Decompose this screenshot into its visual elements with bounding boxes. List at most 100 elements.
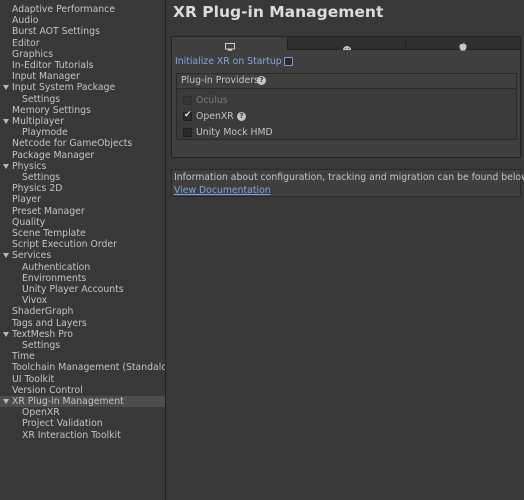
provider-row: Oculus	[180, 95, 510, 107]
sidebar-item[interactable]: Services	[0, 250, 165, 261]
sidebar-item-label: Burst AOT Settings	[12, 26, 100, 38]
sidebar-item-label: TextMesh Pro	[12, 328, 73, 340]
sidebar-item[interactable]: Authentication	[0, 262, 165, 273]
sidebar-item[interactable]: Playmode	[0, 127, 165, 138]
provider-row: ✔ OpenXR?	[180, 110, 510, 123]
sidebar-item-label: Services	[12, 250, 52, 262]
sidebar-item[interactable]: Scene Template	[0, 228, 165, 239]
sidebar-item[interactable]: UI Toolkit	[0, 374, 165, 385]
initialize-xr-checkbox[interactable]	[284, 57, 293, 66]
sidebar-item[interactable]: Environments	[0, 273, 165, 284]
sidebar-item[interactable]: Toolchain Management (Standalone Li	[0, 362, 165, 373]
desktop-icon	[224, 40, 235, 54]
sidebar-item[interactable]: XR Plug-in Management	[0, 396, 165, 407]
sidebar-item[interactable]: Time	[0, 351, 165, 362]
sidebar-item[interactable]: Settings	[0, 340, 165, 351]
sidebar-item[interactable]: Netcode for GameObjects	[0, 138, 165, 149]
main-panel: XR Plug-in Management Initialize XR on S…	[166, 0, 524, 500]
sidebar-item[interactable]: Input System Package	[0, 82, 165, 93]
sidebar-item[interactable]: ShaderGraph	[0, 306, 165, 317]
expand-arrow-icon[interactable]	[3, 331, 9, 337]
provider-label: Unity Mock HMD	[196, 127, 273, 138]
settings-panel: Initialize XR on Startup Plug-in Provide…	[171, 36, 521, 158]
sidebar-item[interactable]: Player	[0, 194, 165, 205]
help-icon[interactable]: ?	[237, 112, 246, 121]
sidebar-item-label: Unity Player Accounts	[22, 284, 124, 295]
sidebar-item[interactable]: OpenXR	[0, 407, 165, 418]
sidebar-item[interactable]: Script Execution Order	[0, 239, 165, 250]
sidebar-item[interactable]: Preset Manager	[0, 206, 165, 217]
sidebar-item[interactable]: Project Validation	[0, 418, 165, 429]
sidebar-item[interactable]: Unity Player Accounts	[0, 284, 165, 295]
platform-tabbar	[172, 37, 520, 51]
sidebar-item-label: Playmode	[22, 127, 68, 139]
sidebar-item-label: Editor	[12, 37, 40, 49]
provider-checkbox[interactable]: ✔	[183, 110, 192, 121]
expand-arrow-icon[interactable]	[3, 253, 9, 259]
tab-android[interactable]	[288, 37, 406, 50]
expand-arrow-icon[interactable]	[3, 85, 9, 91]
sidebar-item[interactable]: Tags and Layers	[0, 318, 165, 329]
plugin-providers-header: Plug-in Providers ?	[177, 74, 516, 89]
sidebar-item[interactable]: Graphics	[0, 49, 165, 60]
page-title: XR Plug-in Management	[173, 3, 384, 21]
sidebar-item-label: Input Manager	[12, 71, 80, 83]
expand-arrow-icon[interactable]	[3, 119, 9, 124]
sidebar-item-label: Package Manager	[12, 149, 95, 161]
sidebar-item-label: Scene Template	[12, 228, 86, 239]
sidebar-item-label: Memory Settings	[12, 104, 91, 116]
sidebar-item-label: Authentication	[22, 261, 91, 273]
sidebar-item-label: Adaptive Performance	[12, 4, 116, 15]
sidebar-item-label: UI Toolkit	[12, 373, 55, 385]
sidebar-item[interactable]: XR Interaction Toolkit	[0, 430, 165, 441]
checkmark-icon: ✔	[184, 110, 192, 120]
sidebar-item[interactable]: TextMesh Pro	[0, 329, 165, 340]
sidebar-item[interactable]: Input Manager	[0, 71, 165, 82]
sidebar-item-label: Project Validation	[22, 418, 103, 430]
provider-row: Unity Mock HMD	[180, 127, 510, 139]
sidebar-item[interactable]: Version Control	[0, 385, 165, 396]
sidebar-item[interactable]: Settings	[0, 172, 165, 183]
tab-standalone[interactable]	[172, 37, 288, 51]
sidebar-item-label: Netcode for GameObjects	[12, 138, 133, 150]
plugin-providers-label: Plug-in Providers	[181, 75, 259, 86]
sidebar-item-label: ShaderGraph	[12, 306, 74, 318]
sidebar-item[interactable]: Package Manager	[0, 150, 165, 161]
tab-ios[interactable]	[406, 37, 520, 51]
sidebar-item[interactable]: Burst AOT Settings	[0, 26, 165, 37]
sidebar-item[interactable]: Adaptive Performance	[0, 4, 165, 15]
sidebar-item-label: XR Interaction Toolkit	[22, 429, 121, 441]
sidebar-item[interactable]: Multiplayer	[0, 116, 165, 127]
sidebar-item-label: Multiplayer	[12, 116, 64, 127]
sidebar-item[interactable]: Memory Settings	[0, 105, 165, 116]
sidebar-item[interactable]: In-Editor Tutorials	[0, 60, 165, 71]
sidebar-item-label: Settings	[22, 93, 61, 105]
provider-label: Oculus	[196, 95, 228, 106]
sidebar-item[interactable]: Settings	[0, 94, 165, 105]
apple-icon	[459, 40, 467, 54]
sidebar-item-label: Physics 2D	[12, 183, 63, 195]
expand-arrow-icon[interactable]	[3, 163, 9, 169]
sidebar-item-label: Quality	[12, 216, 46, 228]
sidebar-item[interactable]: Editor	[0, 38, 165, 49]
sidebar-item[interactable]: Physics 2D	[0, 183, 165, 194]
sidebar-item-label: Preset Manager	[12, 205, 85, 217]
info-text: Information about configuration, trackin…	[174, 172, 524, 183]
expand-arrow-icon[interactable]	[3, 399, 9, 404]
provider-checkbox	[183, 96, 192, 105]
view-documentation-link[interactable]: View Documentation	[174, 185, 271, 196]
help-icon[interactable]: ?	[257, 76, 266, 85]
sidebar-item-label: Physics	[12, 160, 47, 172]
provider-checkbox[interactable]	[183, 128, 192, 137]
info-panel: Information about configuration, trackin…	[171, 169, 524, 197]
sidebar-item-label: Script Execution Order	[12, 239, 117, 251]
sidebar-item-label: Graphics	[12, 48, 54, 60]
plugin-providers-box: Plug-in Providers ? Oculus ✔ OpenXR? Unity …	[176, 73, 517, 140]
sidebar-item[interactable]: Vivox	[0, 295, 165, 306]
android-icon	[342, 40, 352, 54]
sidebar-item-label: Input System Package	[12, 82, 116, 94]
sidebar-item[interactable]: Physics	[0, 161, 165, 172]
sidebar-item[interactable]: Audio	[0, 15, 165, 26]
sidebar-item[interactable]: Quality	[0, 217, 165, 228]
sidebar-item-label: Settings	[22, 172, 61, 183]
